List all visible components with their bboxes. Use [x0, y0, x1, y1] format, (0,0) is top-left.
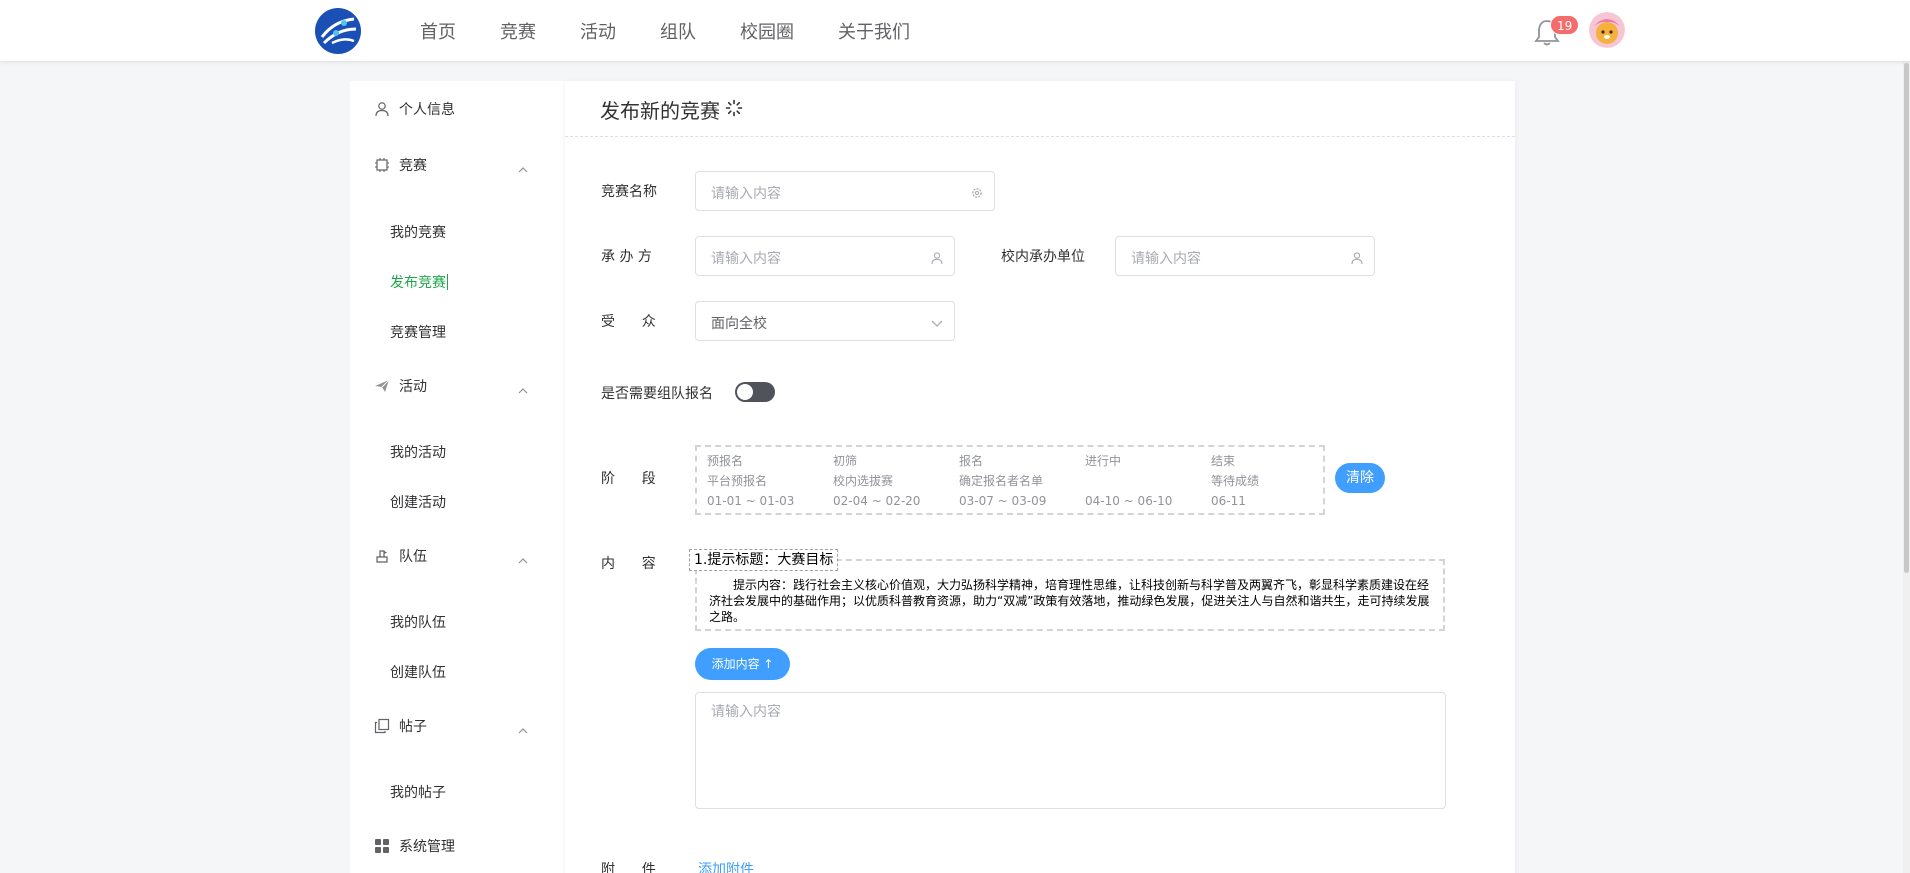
gear-icon — [970, 185, 984, 199]
stage-timeline[interactable]: 预报名 平台预报名 01-01 ~ 01-03 初筛 校内选拔赛 02-04 ~… — [695, 445, 1325, 515]
stage-desc: 等待成绩 — [1211, 474, 1260, 488]
audience-select[interactable]: 面向全校 — [695, 301, 955, 341]
organizer-label: 承 办 方 — [601, 249, 652, 265]
content-text: 提示内容：践行社会主义核心价值观，大力弘扬科学精神，培育理性思维，让科技创新与科… — [709, 578, 1430, 624]
sidebar-group-team[interactable]: 队伍 — [350, 528, 565, 584]
sidebar: 个人信息 竞赛 我的竞赛 发布竞赛 竞赛管理 活动 我的活动 创建活动 队伍 我… — [350, 81, 565, 873]
competition-name-label: 竞赛名称 — [601, 184, 657, 200]
copy-icon — [374, 718, 390, 734]
sidebar-group-competition[interactable]: 竞赛 — [350, 137, 565, 193]
stage-item: 预报名 平台预报名 01-01 ~ 01-03 — [707, 451, 794, 511]
attachment-label: 附 件 — [601, 862, 656, 873]
stage-name: 预报名 — [707, 454, 744, 468]
stage-date: 06-11 — [1211, 494, 1246, 508]
audience-label: 受 众 — [601, 314, 656, 330]
team-signup-toggle[interactable] — [735, 382, 775, 402]
host-unit-input[interactable]: 请输入内容 — [1115, 236, 1375, 276]
content-block-title[interactable]: 1.提示标题：大赛目标 — [689, 549, 839, 571]
stage-date: 01-01 ~ 01-03 — [707, 494, 795, 508]
sidebar-item-system-manage[interactable]: 系统管理 — [350, 818, 565, 873]
sidebar-item-my-team[interactable]: 我的队伍 — [350, 597, 565, 647]
sidebar-item-profile[interactable]: 个人信息 — [350, 81, 565, 137]
content-label: 内 容 — [601, 556, 656, 572]
user-icon — [374, 101, 390, 117]
scrollbar-thumb[interactable] — [1904, 63, 1909, 573]
stage-desc: 校内选拔赛 — [833, 474, 894, 488]
user-icon — [1350, 250, 1364, 265]
competition-name-placeholder: 请输入内容 — [711, 186, 781, 202]
nav-team[interactable]: 组队 — [660, 18, 696, 44]
main-nav: 首页 竞赛 活动 组队 校园圈 关于我们 — [420, 0, 954, 61]
stage-date: 02-04 ~ 02-20 — [833, 494, 921, 508]
sidebar-item-my-post[interactable]: 我的帖子 — [350, 767, 565, 817]
sidebar-group-label: 竞赛 — [399, 158, 427, 174]
stage-date: 03-07 ~ 03-09 — [959, 494, 1047, 508]
stage-item: 报名 确定报名者名单 03-07 ~ 03-09 — [959, 451, 1046, 511]
sidebar-item-label: 系统管理 — [399, 839, 455, 855]
page-scrollbar[interactable] — [1903, 61, 1910, 873]
grid-icon — [374, 838, 390, 854]
add-attachment-link[interactable]: 添加附件 — [698, 859, 754, 873]
sidebar-item-my-competition[interactable]: 我的竞赛 — [350, 207, 565, 257]
content-textarea-placeholder: 请输入内容 — [711, 704, 781, 720]
nav-about[interactable]: 关于我们 — [838, 18, 910, 44]
host-unit-label: 校内承办单位 — [1001, 249, 1085, 265]
toggle-knob — [737, 384, 753, 400]
chip-icon — [374, 157, 390, 173]
chevron-up-icon — [518, 551, 528, 564]
user-icon — [930, 250, 944, 265]
logo-icon[interactable] — [314, 7, 362, 55]
chevron-up-icon — [518, 160, 528, 173]
sidebar-item-create-team[interactable]: 创建队伍 — [350, 647, 565, 697]
chevron-up-icon — [518, 381, 528, 394]
audience-value: 面向全校 — [711, 316, 767, 332]
sidebar-group-label: 活动 — [399, 379, 427, 395]
sidebar-group-activity[interactable]: 活动 — [350, 358, 565, 414]
stage-name: 初筛 — [833, 454, 858, 468]
add-content-button[interactable]: 添加内容 ↑ — [695, 648, 790, 680]
nav-campus[interactable]: 校园圈 — [740, 18, 794, 44]
competition-name-input[interactable]: 请输入内容 — [695, 171, 995, 211]
chevron-down-icon — [930, 315, 944, 329]
organizer-input[interactable]: 请输入内容 — [695, 236, 955, 276]
stage-name: 结束 — [1211, 454, 1236, 468]
top-navbar: 首页 竞赛 活动 组队 校园圈 关于我们 19 — [0, 0, 1910, 61]
team-icon — [374, 548, 390, 564]
stage-desc — [1085, 471, 1172, 491]
stage-date: 04-10 ~ 06-10 — [1085, 494, 1173, 508]
page-title: 发布新的竞赛 — [600, 99, 720, 123]
stage-desc: 确定报名者名单 — [959, 474, 1044, 488]
stage-item: 初筛 校内选拔赛 02-04 ~ 02-20 — [833, 451, 920, 511]
notification-badge: 19 — [1550, 15, 1580, 35]
stage-name: 进行中 — [1085, 454, 1122, 468]
nav-competition[interactable]: 竞赛 — [500, 18, 536, 44]
avatar[interactable] — [1589, 12, 1625, 48]
sidebar-group-post[interactable]: 帖子 — [350, 698, 565, 754]
stage-item: 进行中 04-10 ~ 06-10 — [1085, 451, 1172, 511]
content-textarea[interactable]: 请输入内容 — [695, 692, 1446, 809]
sidebar-group-label: 帖子 — [399, 719, 427, 735]
nav-activity[interactable]: 活动 — [580, 18, 616, 44]
panel-header: 发布新的竞赛 — [565, 81, 1515, 137]
stage-desc: 平台预报名 — [707, 474, 768, 488]
sidebar-item-label: 个人信息 — [399, 102, 455, 118]
sidebar-group-label: 队伍 — [399, 549, 427, 565]
loading-icon — [725, 99, 743, 117]
team-signup-label: 是否需要组队报名 — [601, 386, 713, 402]
clear-stages-button[interactable]: 清除 — [1335, 463, 1385, 493]
stage-item: 结束 等待成绩 06-11 — [1211, 451, 1259, 511]
sidebar-item-my-activity[interactable]: 我的活动 — [350, 427, 565, 477]
nav-home[interactable]: 首页 — [420, 18, 456, 44]
paper-plane-icon — [374, 378, 390, 394]
sidebar-item-create-activity[interactable]: 创建活动 — [350, 477, 565, 527]
sidebar-item-competition-manage[interactable]: 竞赛管理 — [350, 307, 565, 357]
organizer-placeholder: 请输入内容 — [711, 251, 781, 267]
chevron-up-icon — [518, 721, 528, 734]
stage-label: 阶 段 — [601, 471, 656, 487]
host-unit-placeholder: 请输入内容 — [1131, 251, 1201, 267]
sidebar-item-publish-competition[interactable]: 发布竞赛 — [350, 257, 565, 307]
publish-competition-panel: 发布新的竞赛 竞赛名称 请输入内容 承 办 方 请输入内容 校内承办单位 请输入… — [565, 81, 1515, 873]
stage-name: 报名 — [959, 454, 984, 468]
